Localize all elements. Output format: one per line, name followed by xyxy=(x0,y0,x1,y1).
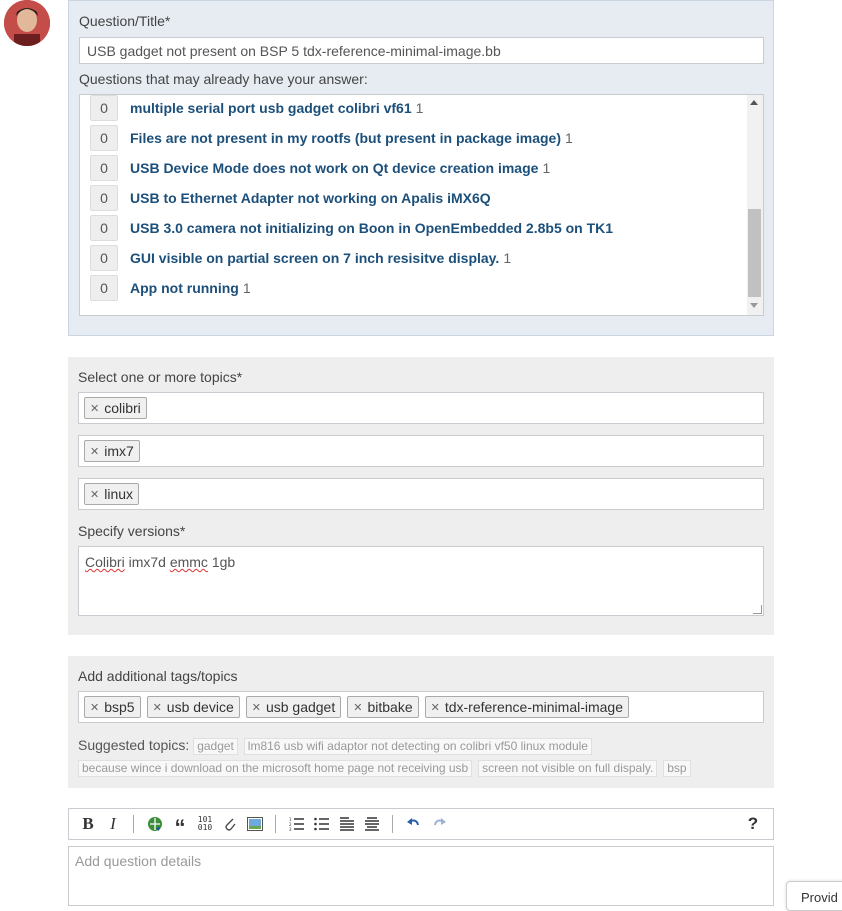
question-link[interactable]: Files are not present in my rootfs (but … xyxy=(130,130,561,146)
resize-handle-icon[interactable] xyxy=(753,605,762,614)
answer-count: 1 xyxy=(565,130,573,146)
tag-chip[interactable]: ✕ tdx-reference-minimal-image xyxy=(424,696,630,718)
question-details-textarea[interactable]: Add question details xyxy=(68,846,774,906)
bold-button[interactable]: B xyxy=(77,813,99,835)
versions-label: Specify versions* xyxy=(78,523,186,539)
versions-textarea[interactable]: Colibri imx7d emmc 1gb xyxy=(78,546,764,616)
question-link[interactable]: App not running xyxy=(130,280,239,296)
question-link[interactable]: GUI visible on partial screen on 7 inch … xyxy=(130,250,499,266)
remove-icon[interactable]: ✕ xyxy=(252,701,261,714)
topic-select-linux[interactable]: ✕ linux xyxy=(78,478,764,510)
question-link[interactable]: USB Device Mode does not work on Qt devi… xyxy=(130,160,538,176)
bulleted-list-icon[interactable] xyxy=(311,813,333,835)
svg-text:3: 3 xyxy=(289,827,292,831)
remove-icon[interactable]: ✕ xyxy=(90,701,99,714)
vote-count: 0 xyxy=(90,185,118,211)
redo-icon[interactable] xyxy=(428,813,450,835)
tag-chip[interactable]: ✕ bsp5 xyxy=(84,696,141,718)
question-title-input[interactable] xyxy=(79,37,764,64)
list-item[interactable]: 0 Files are not present in my rootfs (bu… xyxy=(90,125,573,151)
topic-select-colibri[interactable]: ✕ colibri xyxy=(78,392,764,424)
suggested-topic[interactable]: bsp xyxy=(663,760,691,777)
image-icon[interactable] xyxy=(244,813,266,835)
list-scrollbar[interactable] xyxy=(747,95,763,315)
topics-label: Select one or more topics* xyxy=(78,369,243,385)
tags-input[interactable]: ✕ bsp5 ✕ usb device ✕ usb gadget ✕ bitbake ✕… xyxy=(78,691,764,723)
topic-chip[interactable]: ✕ imx7 xyxy=(84,440,140,462)
answer-count: 1 xyxy=(415,100,424,116)
topic-chip[interactable]: ✕ linux xyxy=(84,483,140,505)
help-button[interactable]: ? xyxy=(742,813,764,835)
similar-questions-list: 0 multiple serial port usb gadget colibr… xyxy=(79,94,764,316)
vote-count: 0 xyxy=(90,215,118,241)
suggested-topic[interactable]: lm816 usb wifi adaptor not detecting on … xyxy=(243,738,592,755)
scroll-up-icon[interactable] xyxy=(750,100,758,105)
tag-chip[interactable]: ✕ usb device xyxy=(146,696,240,718)
heading-icon[interactable] xyxy=(336,813,358,835)
vote-count: 0 xyxy=(90,245,118,271)
remove-icon[interactable]: ✕ xyxy=(90,445,99,458)
question-title-label: Question/Title* xyxy=(79,13,171,29)
topic-chip[interactable]: ✕ colibri xyxy=(84,397,147,419)
vote-count: 0 xyxy=(90,125,118,151)
toolbar-divider xyxy=(275,815,276,833)
list-item[interactable]: 0 App not running 1 xyxy=(90,275,251,301)
vote-count: 0 xyxy=(90,95,118,121)
vote-count: 0 xyxy=(90,275,118,301)
editor-toolbar: B I “ 101 010 123 ? xyxy=(68,808,774,840)
blockquote-button[interactable]: “ xyxy=(169,809,191,839)
suggested-topics: Suggested topics: gadget lm816 usb wifi … xyxy=(78,734,768,778)
numbered-list-icon[interactable]: 123 xyxy=(286,813,308,835)
suggested-topic[interactable]: gadget xyxy=(193,738,238,755)
provide-button[interactable]: Provid xyxy=(786,881,842,911)
question-link[interactable]: multiple serial port usb gadget colibri … xyxy=(130,100,412,116)
question-link[interactable]: USB 3.0 camera not initializing on Boon … xyxy=(130,220,613,236)
attachment-icon[interactable] xyxy=(219,813,241,835)
topic-select-imx7[interactable]: ✕ imx7 xyxy=(78,435,764,467)
remove-icon[interactable]: ✕ xyxy=(153,701,162,714)
tag-chip[interactable]: ✕ bitbake xyxy=(347,696,419,718)
answer-count: 1 xyxy=(242,280,251,296)
user-avatar[interactable] xyxy=(4,0,50,46)
suggested-topics-label: Suggested topics: xyxy=(78,737,190,753)
link-icon[interactable] xyxy=(144,813,166,835)
italic-button[interactable]: I xyxy=(102,813,124,835)
list-item[interactable]: 0 GUI visible on partial screen on 7 inc… xyxy=(90,245,511,271)
scroll-down-icon[interactable] xyxy=(750,303,758,308)
tags-label: Add additional tags/topics xyxy=(78,668,238,684)
remove-icon[interactable]: ✕ xyxy=(353,701,362,714)
answer-count: 1 xyxy=(503,250,512,266)
suggested-topic[interactable]: screen not visible on full dispaly. xyxy=(478,760,658,777)
question-link[interactable]: USB to Ethernet Adapter not working on A… xyxy=(130,190,491,206)
answer-count: 1 xyxy=(542,160,551,176)
horizontal-rule-icon[interactable] xyxy=(361,813,383,835)
scrollbar-thumb[interactable] xyxy=(748,209,761,297)
list-item[interactable]: 0 USB 3.0 camera not initializing on Boo… xyxy=(90,215,617,241)
toolbar-divider xyxy=(133,815,134,833)
toolbar-divider xyxy=(392,815,393,833)
undo-icon[interactable] xyxy=(403,813,425,835)
list-item[interactable]: 0 multiple serial port usb gadget colibr… xyxy=(90,95,423,121)
remove-icon[interactable]: ✕ xyxy=(90,402,99,415)
list-item[interactable]: 0 USB to Ethernet Adapter not working on… xyxy=(90,185,495,211)
list-item[interactable]: 0 USB Device Mode does not work on Qt de… xyxy=(90,155,550,181)
remove-icon[interactable]: ✕ xyxy=(90,488,99,501)
remove-icon[interactable]: ✕ xyxy=(431,701,440,714)
similar-questions-label: Questions that may already have your ans… xyxy=(79,71,368,87)
tag-chip[interactable]: ✕ usb gadget xyxy=(245,696,342,718)
suggested-topic[interactable]: because wince i download on the microsof… xyxy=(78,760,473,777)
code-button[interactable]: 101 010 xyxy=(194,813,216,835)
vote-count: 0 xyxy=(90,155,118,181)
